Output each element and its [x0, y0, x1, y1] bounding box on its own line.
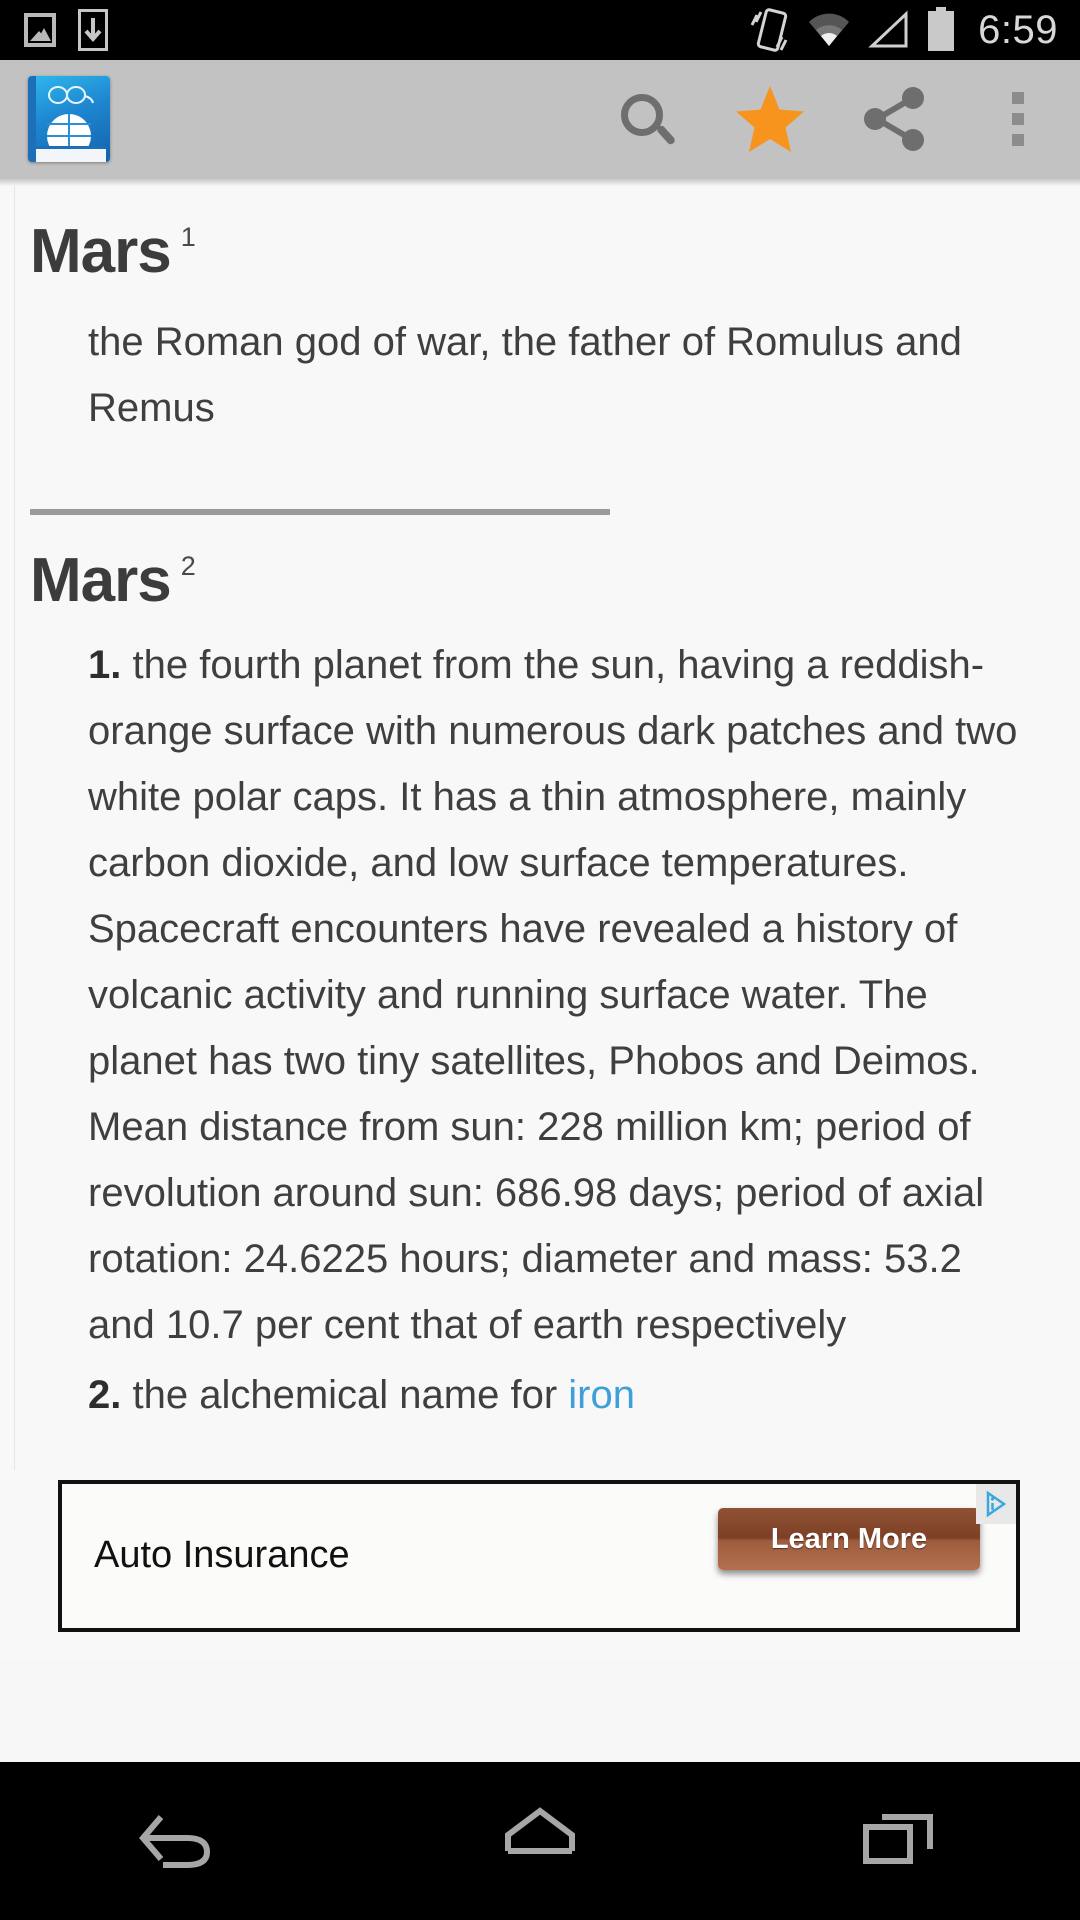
cell-signal-icon	[868, 10, 908, 48]
dictionary-book-globe-icon[interactable]	[28, 76, 110, 162]
ad-banner[interactable]: Auto Insurance Learn More	[58, 1480, 1020, 1632]
wifi-icon	[809, 13, 850, 47]
recents-icon	[863, 1814, 933, 1864]
app-bar-shadow	[0, 178, 1080, 186]
sense-number: 1.	[88, 643, 122, 687]
status-bar-left-icons	[0, 9, 108, 51]
overflow-menu-button[interactable]	[956, 60, 1080, 178]
screenshot-icon	[24, 13, 56, 47]
app-bar	[0, 60, 1080, 178]
status-bar-clock: 6:59	[978, 7, 1058, 52]
cross-reference-link-iron[interactable]: iron	[568, 1373, 635, 1417]
ad-headline: Auto Insurance	[94, 1534, 350, 1576]
vibrate-icon	[750, 8, 788, 52]
home-icon	[505, 1807, 575, 1854]
status-bar: 6:59	[0, 0, 1080, 60]
phone-screen: 6:59 Mars 1 the Roman god of war, the fa…	[0, 0, 1080, 1920]
headword-text: Mars	[30, 546, 172, 615]
download-icon	[78, 9, 108, 51]
app-bar-actions	[584, 60, 1080, 178]
headword-superscript: 2	[180, 551, 196, 581]
entry-mars-2: Mars 2 1. the fourth planet from the sun…	[0, 515, 1080, 1428]
definition-text-1: the Roman god of war, the father of Romu…	[88, 320, 962, 430]
battery-icon	[928, 7, 955, 51]
star-icon	[736, 86, 804, 152]
home-button[interactable]	[360, 1805, 720, 1877]
adchoices-icon[interactable]	[976, 1484, 1016, 1524]
headword-superscript: 1	[180, 222, 196, 252]
entry-mars-1: Mars 1 the Roman god of war, the father …	[0, 186, 1080, 515]
overflow-menu-icon	[1012, 92, 1024, 146]
headword-1: Mars 1	[30, 186, 1052, 287]
headword-text: Mars	[30, 217, 172, 286]
ad-container: Auto Insurance Learn More	[0, 1470, 1080, 1660]
definition-scroll-area[interactable]: Mars 1 the Roman god of war, the father …	[0, 186, 1080, 1660]
sense-text: the alchemical name for	[132, 1373, 569, 1417]
definition-list: 1. the fourth planet from the sun, havin…	[30, 616, 1052, 1428]
back-button[interactable]	[0, 1805, 360, 1877]
favorite-button[interactable]	[708, 60, 832, 178]
headword-2: Mars 2	[30, 515, 1052, 616]
recents-button[interactable]	[720, 1805, 1080, 1877]
share-icon	[864, 87, 924, 151]
sense-2: 2. the alchemical name for iron	[88, 1362, 1024, 1428]
sense-number: 2.	[88, 1373, 122, 1417]
status-bar-right-icons: 6:59	[748, 7, 1080, 53]
sense-text: the fourth planet from the sun, having a…	[88, 643, 1018, 1347]
navigation-bar	[0, 1762, 1080, 1920]
share-button[interactable]	[832, 60, 956, 178]
back-icon	[139, 1815, 211, 1868]
search-button[interactable]	[584, 60, 708, 178]
sense-1: 1. the fourth planet from the sun, havin…	[88, 632, 1024, 1358]
ad-cta-button[interactable]: Learn More	[718, 1508, 980, 1570]
search-icon	[621, 94, 677, 146]
